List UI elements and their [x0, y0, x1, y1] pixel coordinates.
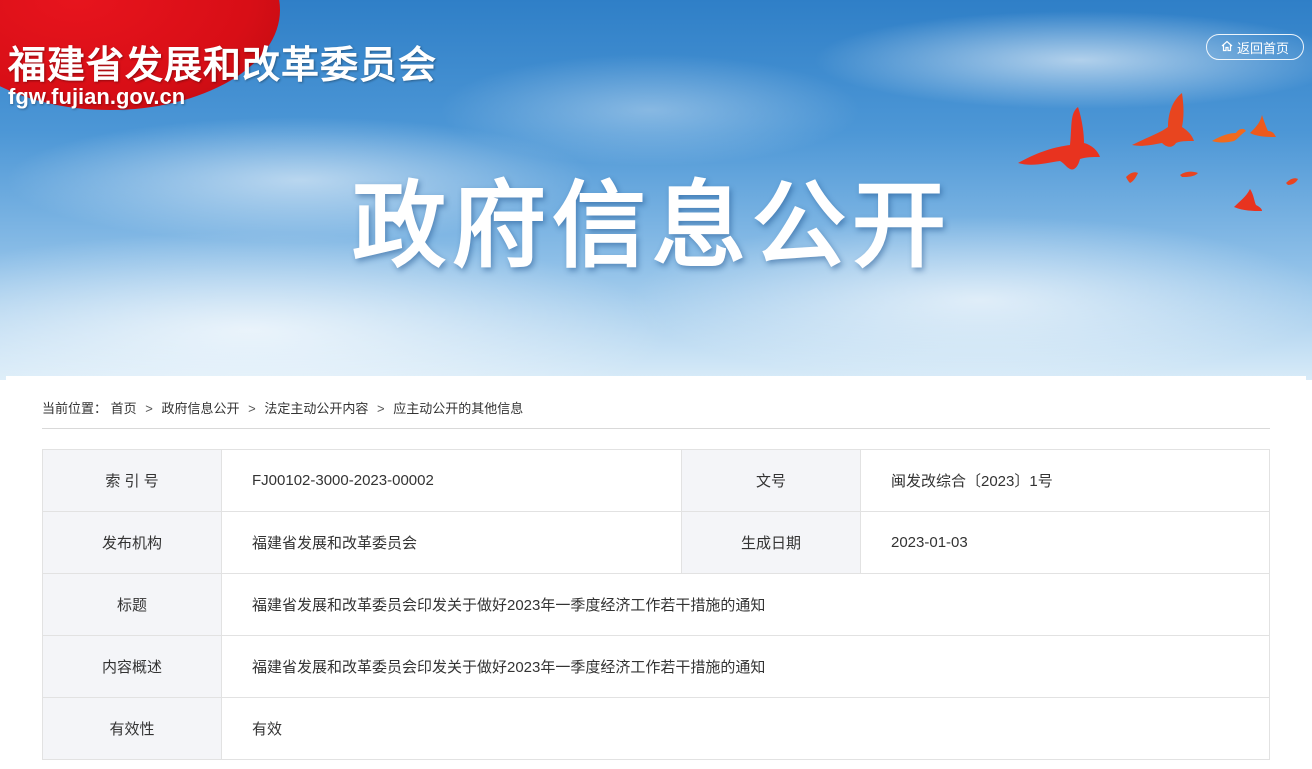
breadcrumb-prefix: 当前位置：: [42, 401, 108, 416]
hero-title: 政府信息公开: [352, 172, 953, 281]
header-banner: 福建省发展和改革委员会 fgw.fujian.gov.cn 返回首页 政府信息公…: [0, 0, 1312, 380]
bird-icon: [1250, 115, 1276, 137]
document-metadata-table: 索 引 号 FJ00102-3000-2023-00002 文号 闽发改综合〔2…: [42, 449, 1270, 760]
publisher-label: 发布机构: [42, 511, 222, 574]
table-row: 内容概述 福建省发展和改革委员会印发关于做好2023年一季度经济工作若干措施的通…: [42, 635, 1270, 698]
site-title[interactable]: 福建省发展和改革委员会: [8, 34, 437, 89]
bird-icon: [1212, 128, 1246, 143]
publisher-value: 福建省发展和改革委员会: [221, 511, 682, 574]
validity-value: 有效: [221, 697, 1270, 760]
table-row: 标题 福建省发展和改革委员会印发关于做好2023年一季度经济工作若干措施的通知: [42, 573, 1270, 636]
summary-value: 福建省发展和改革委员会印发关于做好2023年一季度经济工作若干措施的通知: [221, 635, 1270, 698]
breadcrumb-separator: >: [377, 401, 385, 416]
title-value: 福建省发展和改革委员会印发关于做好2023年一季度经济工作若干措施的通知: [221, 573, 1270, 636]
index-value: FJ00102-3000-2023-00002: [221, 449, 682, 512]
bird-icon: [1234, 189, 1262, 211]
bird-icon: [1018, 107, 1100, 170]
breadcrumb-separator: >: [145, 401, 153, 416]
home-button[interactable]: 返回首页: [1206, 34, 1304, 60]
breadcrumb-statutory[interactable]: 法定主动公开内容: [264, 401, 368, 416]
index-label: 索 引 号: [42, 449, 222, 512]
content-panel: 当前位置： 首页 > 政府信息公开 > 法定主动公开内容 > 应主动公开的其他信…: [6, 376, 1306, 769]
breadcrumb-home[interactable]: 首页: [111, 401, 137, 416]
title-label: 标题: [42, 573, 222, 636]
validity-label: 有效性: [42, 697, 222, 760]
table-row: 索 引 号 FJ00102-3000-2023-00002 文号 闽发改综合〔2…: [42, 449, 1270, 512]
bird-icon: [1132, 93, 1194, 147]
table-row: 有效性 有效: [42, 697, 1270, 760]
bird-icon: [1126, 172, 1138, 183]
doc-number-value: 闽发改综合〔2023〕1号: [860, 449, 1270, 512]
site-domain: fgw.fujian.gov.cn: [8, 84, 186, 109]
date-value: 2023-01-03: [860, 511, 1270, 574]
home-icon: [1221, 40, 1237, 55]
breadcrumb-gov-info[interactable]: 政府信息公开: [162, 401, 240, 416]
date-label: 生成日期: [681, 511, 861, 574]
home-button-label: 返回首页: [1236, 40, 1289, 56]
doc-number-label: 文号: [681, 449, 861, 512]
bird-icon: [1286, 178, 1298, 185]
summary-label: 内容概述: [42, 635, 222, 698]
bird-icon: [1180, 171, 1198, 177]
breadcrumb-divider: [42, 428, 1270, 429]
breadcrumb-other-info[interactable]: 应主动公开的其他信息: [393, 401, 523, 416]
table-row: 发布机构 福建省发展和改革委员会 生成日期 2023-01-03: [42, 511, 1270, 574]
birds-decoration: [1018, 93, 1298, 211]
breadcrumb: 当前位置： 首页 > 政府信息公开 > 法定主动公开内容 > 应主动公开的其他信…: [42, 398, 523, 417]
breadcrumb-separator: >: [248, 401, 256, 416]
